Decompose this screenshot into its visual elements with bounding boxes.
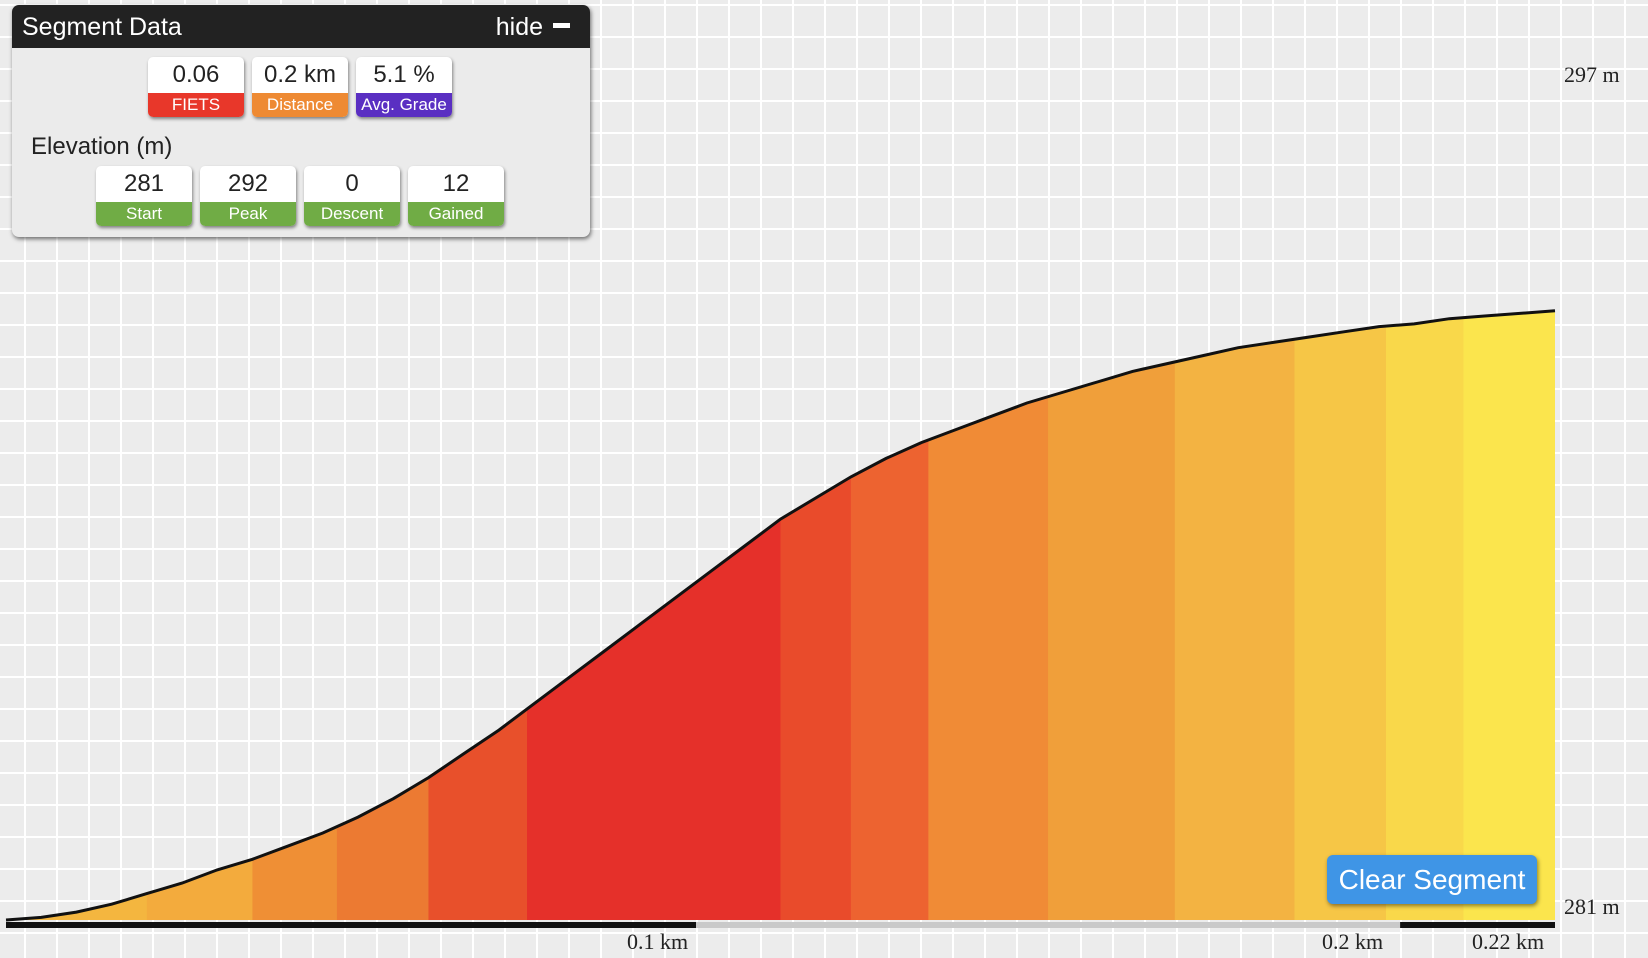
panel-title: Segment Data: [22, 13, 182, 41]
stat-fiets: 0.06 FIETS: [148, 57, 244, 117]
minus-icon[interactable]: [553, 23, 570, 28]
grade-band-12: [1386, 310, 1464, 920]
clear-segment-button[interactable]: Clear Segment: [1327, 855, 1537, 904]
segment-data-header: Segment Data hide: [12, 5, 590, 48]
stat-value: 0: [345, 170, 359, 197]
hide-label[interactable]: hide: [496, 13, 543, 42]
stat-label: Start: [96, 202, 192, 226]
x-axis-label-0-2-km: 0.2 km: [1322, 929, 1384, 954]
elevation-stats-row: 281 Start 292 Peak 0 Descent 12 Gained: [96, 166, 504, 226]
grade-band-13: [1463, 310, 1555, 920]
grade-band-8: [928, 310, 1049, 920]
stat-distance: 0.2 km Distance: [252, 57, 348, 117]
stat-value: 5.1 %: [373, 61, 435, 88]
x-axis-label-0-1-km: 0.1 km: [627, 929, 689, 954]
stat-label: Distance: [252, 93, 348, 117]
y-axis-max-label: 297 m: [1564, 62, 1620, 87]
stat-peak: 292 Peak: [200, 166, 296, 226]
stat-descent: 0 Descent: [304, 166, 400, 226]
segment-bar-part-0[interactable]: [6, 922, 697, 928]
stat-label: Peak: [200, 202, 296, 226]
segment-bar-part-1[interactable]: [696, 922, 1401, 928]
grade-band-6: [780, 310, 852, 920]
stat-label: Descent: [304, 202, 400, 226]
segment-bar-part-2[interactable]: [1400, 922, 1555, 928]
stat-value: 292: [227, 170, 269, 197]
stat-start: 281 Start: [96, 166, 192, 226]
x-axis-label-0-22-km: 0.22 km: [1472, 929, 1545, 954]
segment-data-panel: Segment Data hide 0.06 FIETS 0.2 km Dist…: [12, 5, 590, 237]
elevation-heading: Elevation (m): [31, 133, 173, 160]
stat-value: 0.06: [172, 61, 220, 88]
stat-label: FIETS: [148, 93, 244, 117]
grade-band-11: [1294, 310, 1387, 920]
stat-value: 12: [442, 170, 470, 197]
stat-value: 281: [123, 170, 165, 197]
segment-stats-row: 0.06 FIETS 0.2 km Distance 5.1 % Avg. Gr…: [148, 57, 452, 117]
stat-label: Gained: [408, 202, 504, 226]
stat-value: 0.2 km: [263, 61, 337, 88]
grade-band-9: [1048, 310, 1176, 920]
y-axis-min-label: 281 m: [1564, 894, 1620, 919]
grade-band-10: [1174, 310, 1295, 920]
grade-band-7: [850, 310, 929, 920]
stat-avg-grade: 5.1 % Avg. Grade: [356, 57, 452, 117]
elevation-profile-view: 297 m 281 m 0.1 km 0.2 km 0.22 km Segmen…: [0, 0, 1648, 958]
stat-gained: 12 Gained: [408, 166, 504, 226]
segment-distance-bar[interactable]: [6, 922, 1555, 928]
hide-button[interactable]: hide: [496, 13, 570, 42]
stat-label: Avg. Grade: [356, 93, 452, 117]
